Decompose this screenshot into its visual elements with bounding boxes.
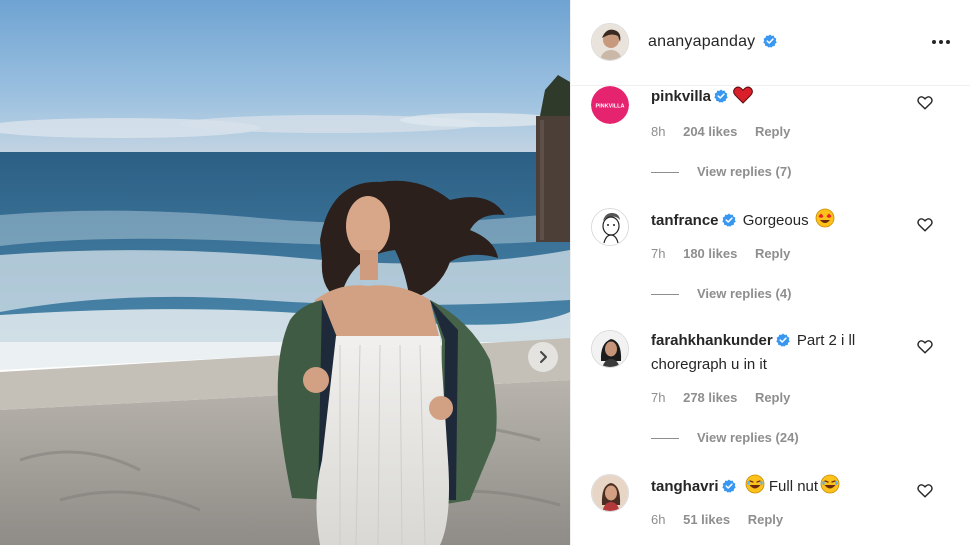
comment-time: 8h (651, 124, 666, 139)
comment-likes[interactable]: 51 likes (683, 512, 730, 527)
heart-outline-icon (917, 96, 933, 110)
verified-badge-icon (714, 88, 728, 110)
reply-button[interactable]: Reply (755, 246, 790, 261)
view-replies-button[interactable]: View replies (7) (651, 164, 791, 179)
comment-meta: 6h 51 likes Reply (651, 512, 797, 527)
post-photo (0, 0, 570, 545)
chevron-right-icon (540, 351, 547, 363)
comment-time: 6h (651, 512, 666, 527)
comment-time: 7h (651, 246, 666, 261)
comment-body: farahkhankunder Part 2 i ll choregraph u… (651, 330, 921, 376)
view-replies-button[interactable]: View replies (4) (651, 286, 791, 301)
commenter-avatar[interactable]: PINKVILLA (591, 86, 629, 124)
divider-line (651, 294, 679, 296)
like-comment-button[interactable] (917, 217, 935, 235)
reply-button[interactable]: Reply (755, 124, 790, 139)
commenter-avatar[interactable] (591, 208, 629, 246)
like-comment-button[interactable] (917, 339, 935, 357)
comments-panel: ananyapanday PINKVILLA pinkvilla 8h 204 … (570, 0, 970, 545)
comment-item: farahkhankunder Part 2 i ll choregraph u… (571, 330, 970, 474)
reply-button[interactable]: Reply (748, 512, 783, 527)
post-header: ananyapanday (571, 0, 970, 86)
beach-photo (0, 0, 570, 545)
comment-body: tanghavri Full nut (651, 474, 921, 501)
comment-meta: 7h 278 likes Reply (651, 390, 804, 405)
commenter-avatar[interactable] (591, 474, 629, 512)
laughing-emoji-icon (745, 474, 765, 501)
verified-badge-icon (776, 332, 790, 354)
view-replies-button[interactable]: View replies (24) (651, 430, 799, 445)
comment-time: 7h (651, 390, 666, 405)
heart-outline-icon (917, 484, 933, 498)
comment-meta: 8h 204 likes Reply (651, 124, 804, 139)
comment-text: Full nut (768, 478, 819, 495)
laughing-emoji-icon (820, 474, 840, 501)
more-horizontal-icon (932, 40, 950, 44)
verified-badge-icon (763, 34, 777, 53)
reply-button[interactable]: Reply (755, 390, 790, 405)
comment-body: tanfrance Gorgeous (651, 208, 921, 235)
view-replies-label: View replies (7) (697, 164, 792, 179)
verified-badge-icon (721, 478, 736, 500)
heart-outline-icon (917, 218, 933, 232)
next-photo-button[interactable] (528, 342, 558, 372)
pinkvilla-logo-text: PINKVILLA (595, 104, 624, 110)
comment-username[interactable]: tanghavri (651, 478, 719, 495)
comment-item: PINKVILLA pinkvilla 8h 204 likes Reply V… (571, 86, 970, 208)
red-heart-emoji-icon (733, 86, 753, 111)
view-replies-label: View replies (24) (697, 430, 799, 445)
comment-username[interactable]: tanfrance (651, 212, 719, 229)
like-comment-button[interactable] (917, 95, 935, 113)
view-replies-label: View replies (4) (697, 286, 792, 301)
commenter-avatar[interactable] (591, 330, 629, 368)
heart-outline-icon (917, 340, 933, 354)
verified-badge-icon (721, 212, 736, 234)
comment-text: Gorgeous (742, 212, 809, 229)
comment-likes[interactable]: 180 likes (683, 246, 737, 261)
comment-likes[interactable]: 278 likes (683, 390, 737, 405)
divider-line (651, 172, 679, 174)
comment-item: tanghavri Full nut 6h 51 likes Reply (571, 474, 970, 545)
comment-username[interactable]: pinkvilla (651, 88, 711, 105)
comment-username[interactable]: farahkhankunder (651, 332, 773, 349)
author-avatar[interactable] (591, 23, 629, 61)
author-username[interactable]: ananyapanday (648, 33, 755, 51)
more-options-button[interactable] (931, 32, 951, 52)
like-comment-button[interactable] (917, 483, 935, 501)
comment-body: pinkvilla (651, 86, 921, 111)
comment-likes[interactable]: 204 likes (683, 124, 737, 139)
comment-meta: 7h 180 likes Reply (651, 246, 804, 261)
divider-line (651, 438, 679, 440)
heart-eyes-emoji-icon (815, 208, 835, 235)
comment-item: tanfrance Gorgeous 7h 180 likes Reply Vi… (571, 208, 970, 330)
